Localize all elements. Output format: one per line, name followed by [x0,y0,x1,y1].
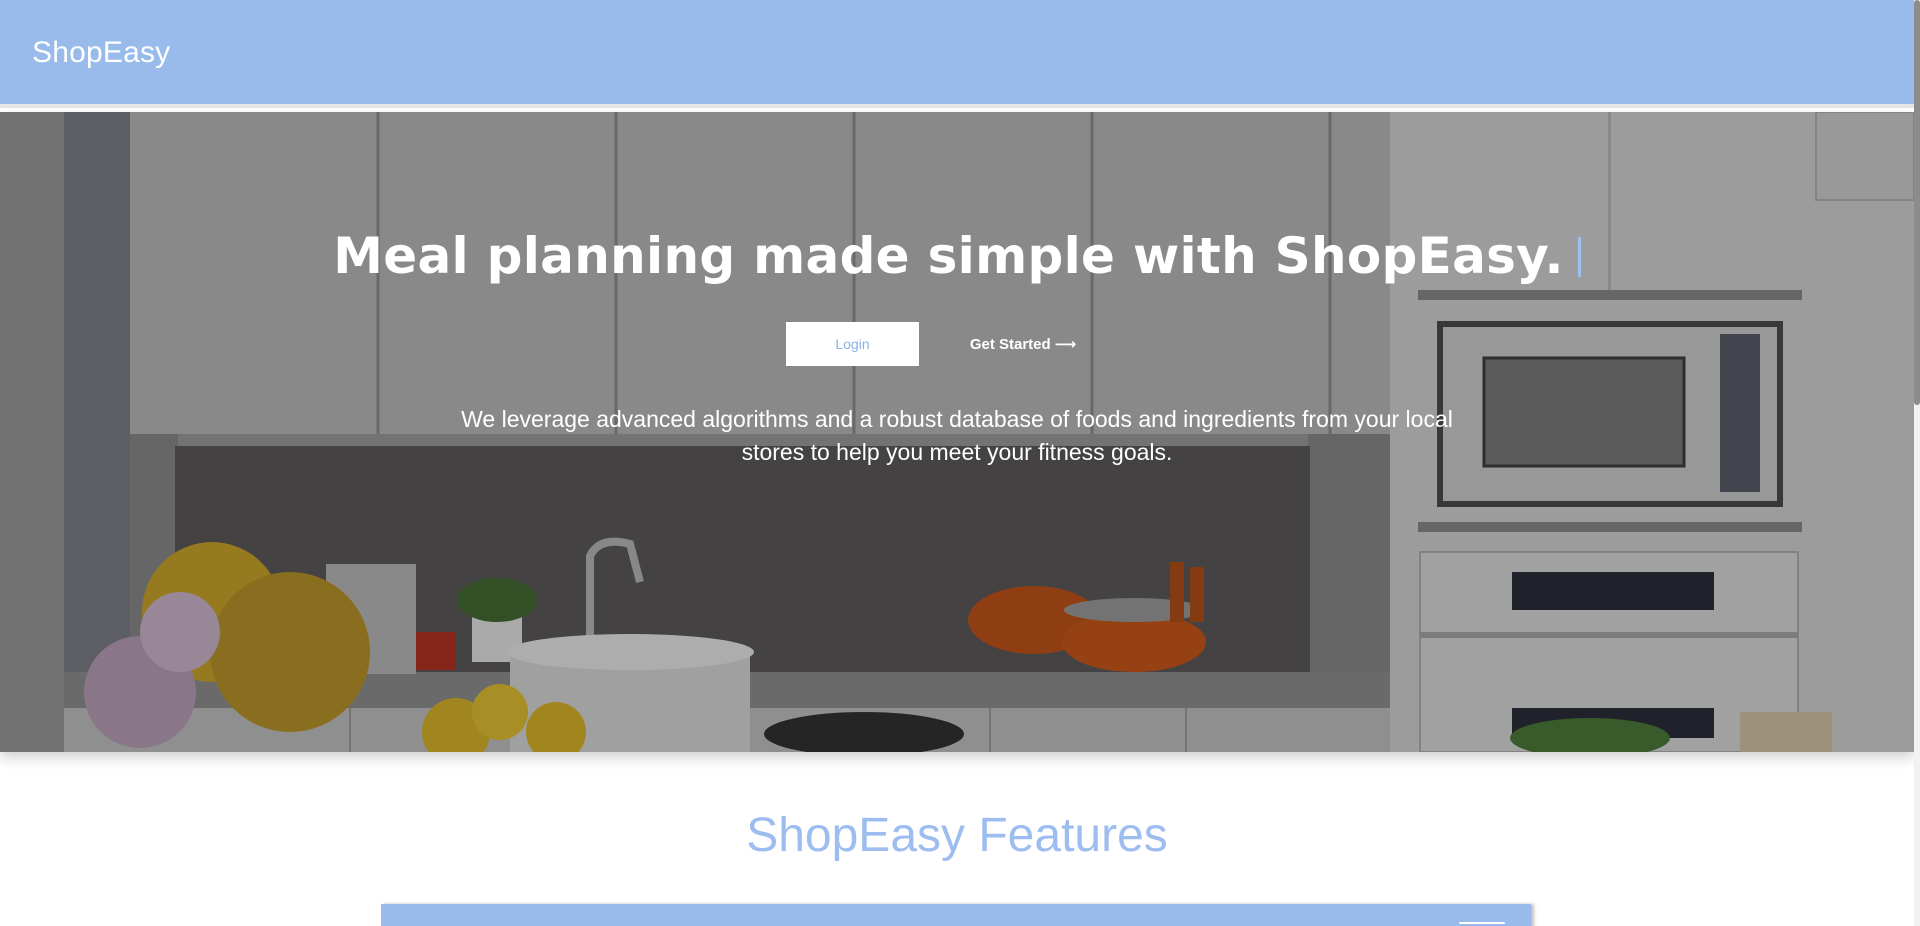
page: ShopEasy Meal planning made simple with … [0,0,1920,926]
arrow-right-icon: ⟶ [1054,336,1077,353]
brand-logo[interactable]: ShopEasy [32,36,170,70]
card-header-tab [1459,922,1505,926]
hero-heading-text: Meal planning made simple with ShopEasy. [333,227,1564,285]
login-button[interactable]: Login [786,322,919,366]
typing-caret [1577,237,1581,277]
get-started-label: Get Started [969,335,1051,353]
scrollbar-thumb[interactable] [1914,0,1920,405]
hero-description: We leverage advanced algorithms and a ro… [461,406,1453,465]
features-heading: ShopEasy Features [746,809,1168,862]
features-card [381,904,1531,926]
top-navbar: ShopEasy [0,0,1914,108]
page-scrollbar[interactable] [1914,0,1920,926]
hero-section: Meal planning made simple with ShopEasy.… [0,112,1914,752]
get-started-button[interactable]: Get Started ⟶ [953,322,1093,366]
hero-heading: Meal planning made simple with ShopEasy. [0,227,1914,285]
